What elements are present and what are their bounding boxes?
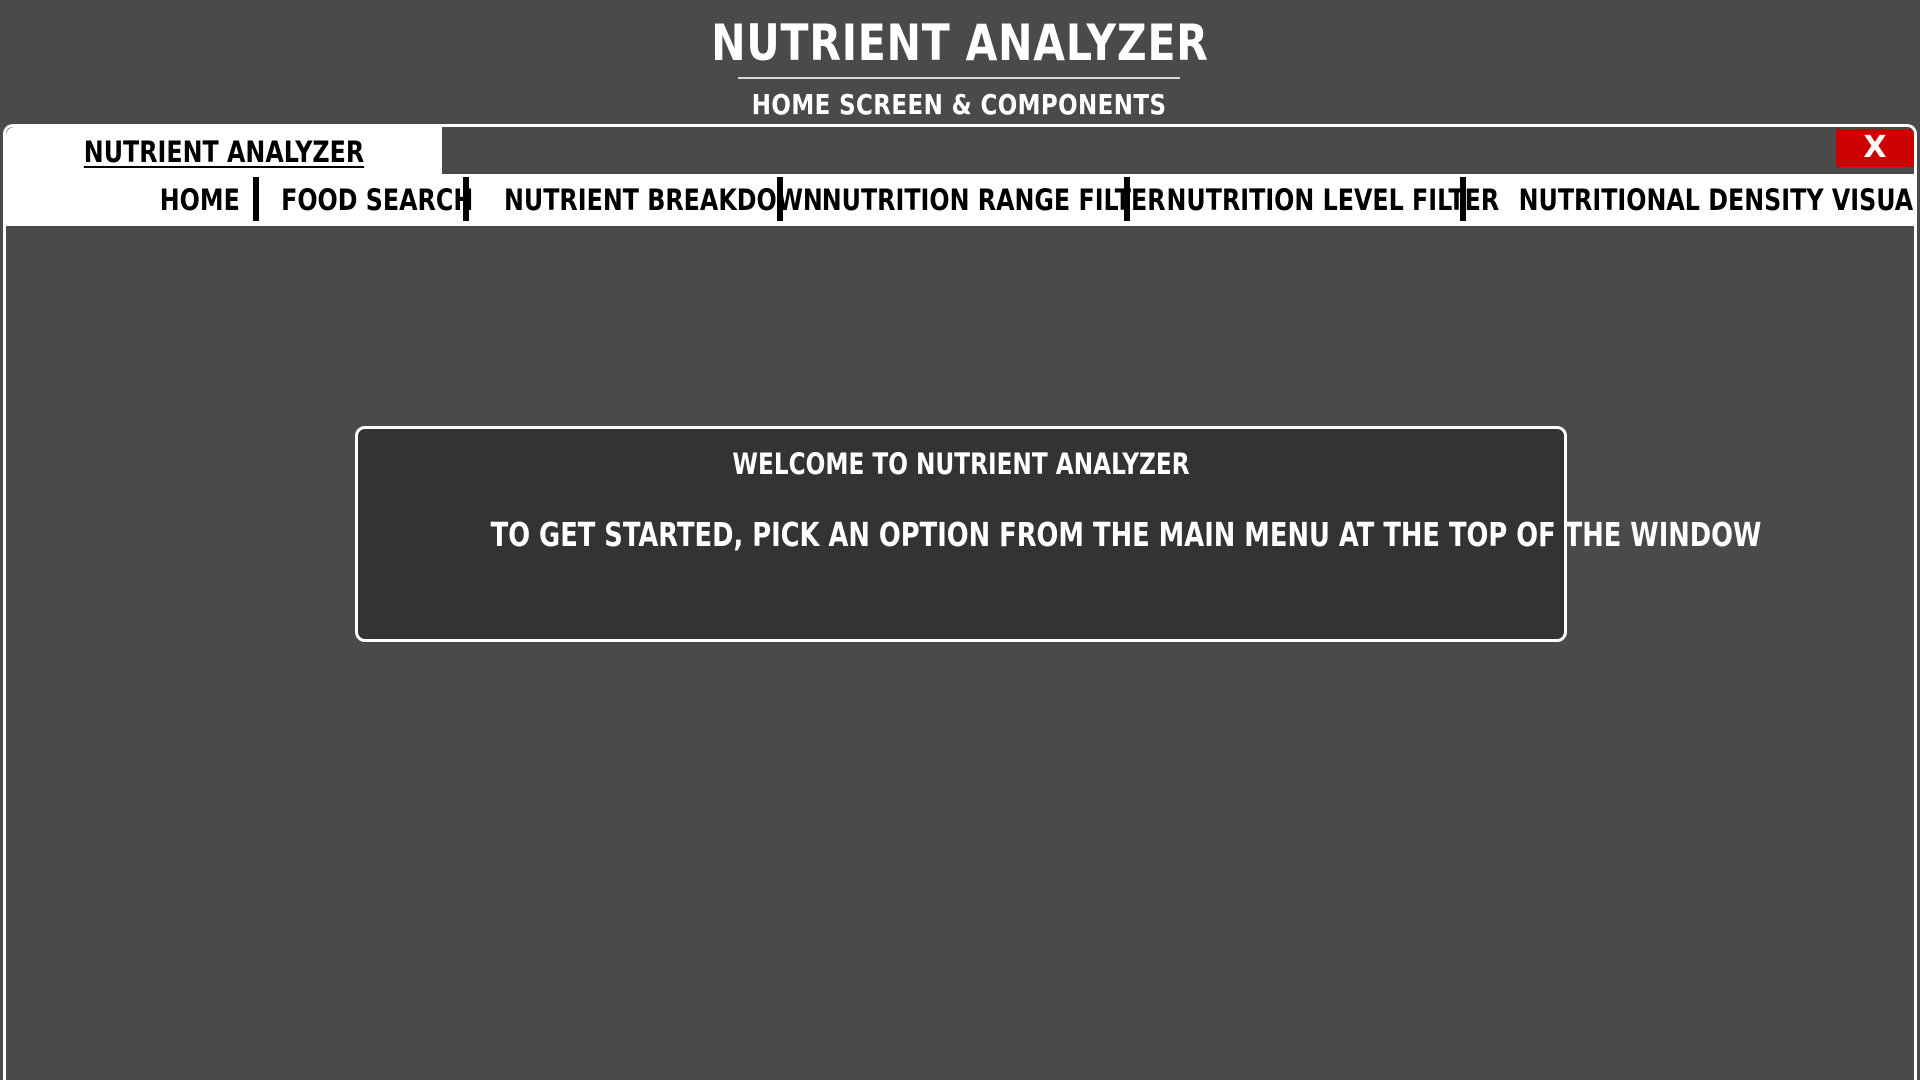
menu-item-food-search[interactable]: FOOD SEARCH xyxy=(260,174,473,226)
welcome-title: WELCOME TO NUTRIENT ANALYZER xyxy=(732,447,1190,481)
menu-item-label: NUTRITION RANGE FILTER xyxy=(821,183,1166,217)
main-menu: HOME FOOD SEARCH NUTRIENT BREAKDOWN NUTR… xyxy=(6,174,1914,226)
menu-item-label: NUTRITION LEVEL FILTER xyxy=(1166,183,1500,217)
app-window: NUTRIENT ANALYZER X HOME FOOD SEARCH NUT… xyxy=(3,124,1917,1080)
menu-item-label: NUTRIENT BREAKDOWN xyxy=(503,183,823,217)
app-tab-label: NUTRIENT ANALYZER xyxy=(83,135,365,169)
menu-item-home[interactable]: HOME xyxy=(146,174,254,226)
app-tab[interactable]: NUTRIENT ANALYZER xyxy=(6,127,442,174)
menu-item-label: NUTRITIONAL DENSITY VISUALIZER xyxy=(1518,183,1914,217)
menu-item-nutrition-level-filter[interactable]: NUTRITION LEVEL FILTER xyxy=(1130,174,1500,226)
page-header: NUTRIENT ANALYZER HOME SCREEN & COMPONEN… xyxy=(0,0,1920,124)
page-title: NUTRIENT ANALYZER xyxy=(711,14,1209,72)
menu-item-label: HOME xyxy=(159,183,241,217)
main-content: WELCOME TO NUTRIENT ANALYZER TO GET STAR… xyxy=(6,226,1914,1080)
menu-separator xyxy=(777,177,783,221)
menu-item-label: FOOD SEARCH xyxy=(281,183,474,217)
menu-separator xyxy=(1460,177,1466,221)
close-button[interactable]: X xyxy=(1836,129,1914,167)
menu-item-nutrition-range-filter[interactable]: NUTRITION RANGE FILTER xyxy=(784,174,1166,226)
page-subtitle: HOME SCREEN & COMPONENTS xyxy=(751,88,1167,121)
title-bar: NUTRIENT ANALYZER X xyxy=(6,127,1914,174)
menu-item-nutritional-density-visualizer[interactable]: NUTRITIONAL DENSITY VISUALIZER xyxy=(1467,174,1914,226)
menu-separator xyxy=(253,177,259,221)
welcome-panel: WELCOME TO NUTRIENT ANALYZER TO GET STAR… xyxy=(355,426,1762,642)
title-underline xyxy=(738,77,1180,79)
menu-item-nutrient-breakdown[interactable]: NUTRIENT BREAKDOWN xyxy=(469,174,823,226)
welcome-message: TO GET STARTED, PICK AN OPTION FROM THE … xyxy=(490,515,1762,554)
